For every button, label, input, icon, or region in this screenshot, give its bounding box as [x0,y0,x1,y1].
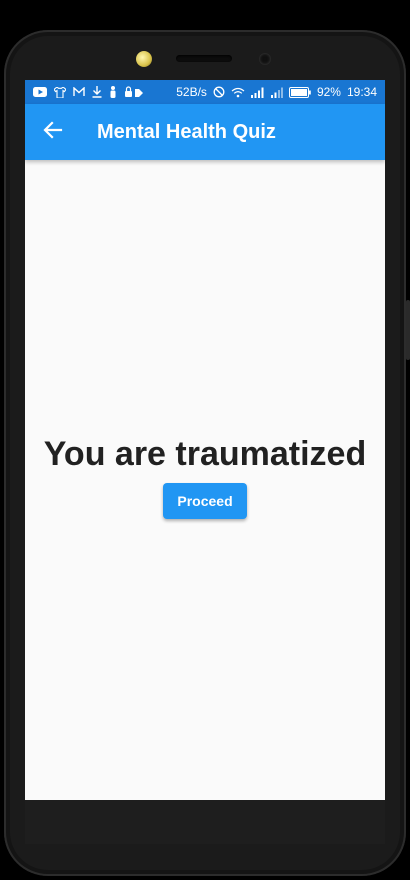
volume-button [406,300,410,360]
signal-2-icon [270,87,283,98]
front-camera [136,51,152,67]
download-icon [92,86,102,98]
proceed-button[interactable]: Proceed [163,483,247,519]
back-button[interactable] [25,104,81,160]
app-title: Mental Health Quiz [97,120,276,143]
clock: 19:34 [346,85,377,99]
status-bar: 52B/s 92% 19:34 [25,80,385,104]
gmail-icon [73,87,85,97]
youtube-icon [33,87,47,97]
figure-icon [109,86,117,98]
arrow-back-icon [43,120,63,144]
phone-frame: 52B/s 92% 19:34 Mental Health Quiz You a… [0,0,410,880]
app-bar: Mental Health Quiz [25,104,385,160]
result-text: You are traumatized [43,435,367,473]
screen: 52B/s 92% 19:34 Mental Health Quiz You a… [25,80,385,800]
net-speed: 52B/s [176,85,207,99]
signal-icon [250,87,265,98]
battery-icon [288,86,311,98]
main-content: You are traumatized Proceed [25,160,385,800]
proximity-sensor [259,53,271,65]
status-left-icons [25,86,144,98]
vpn-icon [124,86,144,98]
status-right-icons: 52B/s 92% 19:34 [176,85,385,99]
earpiece-speaker [176,55,232,62]
battery-percent: 92% [316,85,341,99]
wifi-icon [231,87,245,98]
bottom-bezel [25,800,385,844]
shirt-icon [54,86,66,98]
alarm-off-icon [213,86,225,98]
